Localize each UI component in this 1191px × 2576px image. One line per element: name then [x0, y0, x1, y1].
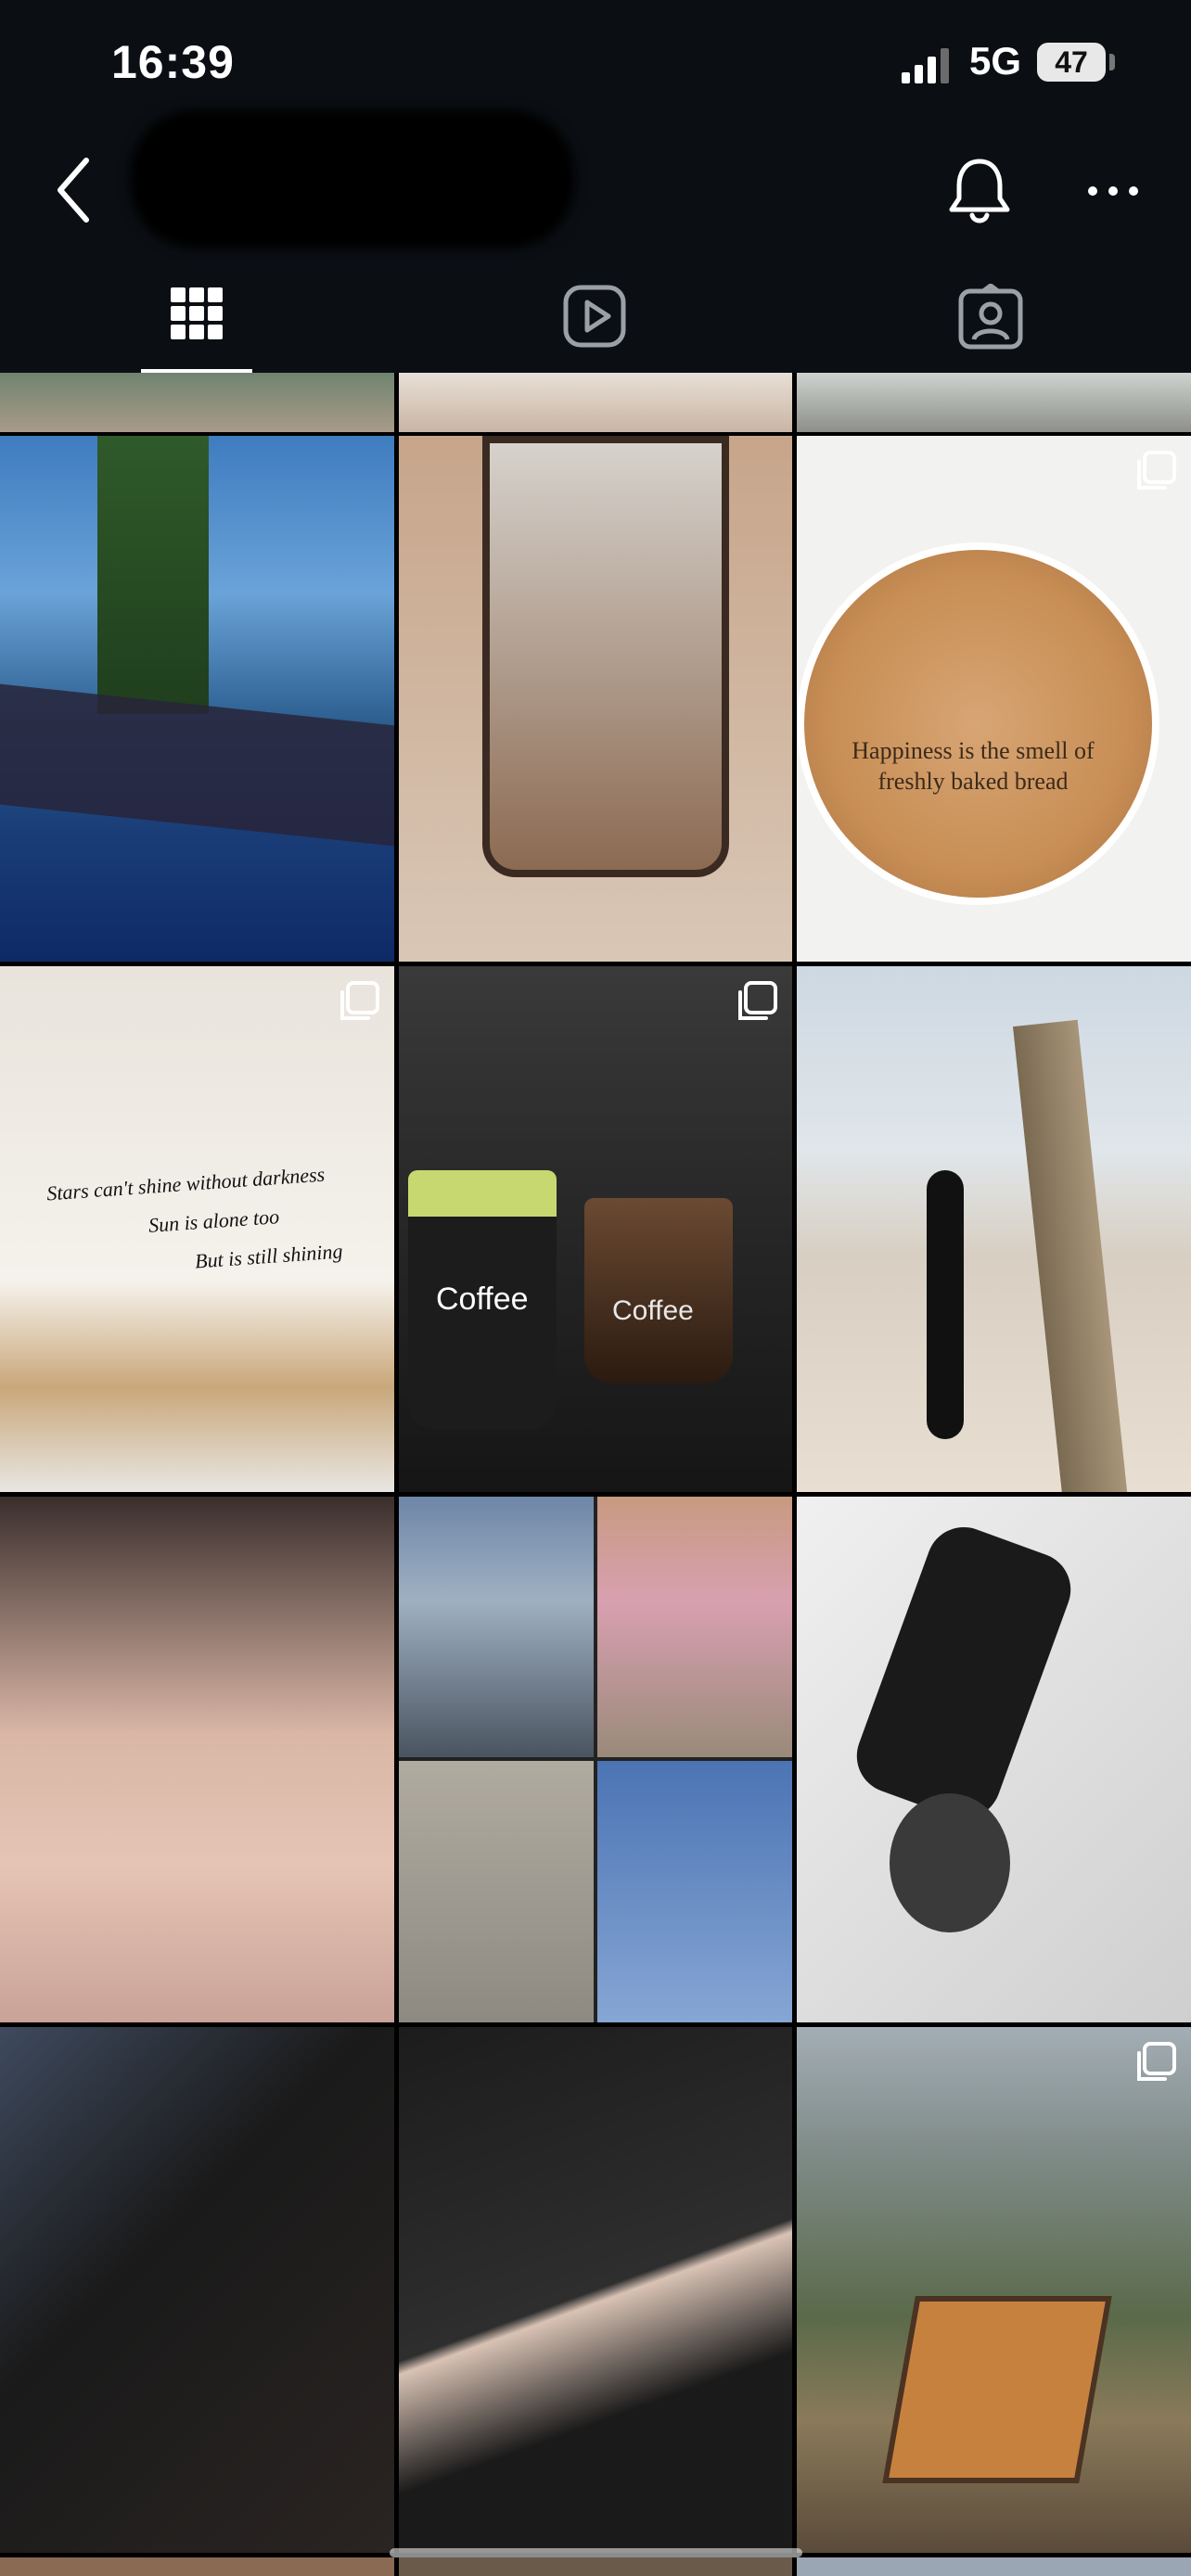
post-thumbnail[interactable]: Happiness is the smell of freshly baked …: [797, 436, 1191, 962]
battery-tip: [1109, 54, 1115, 70]
post-thumbnail[interactable]: [399, 373, 792, 432]
post-thumbnail[interactable]: [399, 2027, 792, 2553]
post-thumbnail[interactable]: [797, 1497, 1191, 2022]
post-thumbnail[interactable]: [399, 1497, 792, 2022]
wall-quote-line-1: Stars can't shine without darkness: [45, 1162, 326, 1205]
post-thumbnail[interactable]: [797, 966, 1191, 1492]
tab-grid[interactable]: [0, 269, 397, 373]
bread-caption-2: freshly baked bread: [877, 768, 1069, 795]
person-bw: [846, 1516, 1082, 1830]
post-thumbnail[interactable]: [0, 2027, 394, 2553]
tab-tagged[interactable]: [794, 269, 1191, 373]
tab-reels[interactable]: [397, 269, 794, 373]
coffee-cup: [584, 1198, 733, 1384]
profile-tabs: [0, 269, 1191, 374]
collage-beach: [399, 1497, 594, 1757]
post-grid: Happiness is the smell of freshly baked …: [0, 373, 1191, 2576]
network-label: 5G: [969, 39, 1022, 83]
carousel-icon: [1137, 2042, 1176, 2081]
chevron-left-icon[interactable]: [51, 153, 97, 227]
grid-icon: [171, 287, 223, 339]
post-thumbnail[interactable]: Coffee Coffee: [399, 966, 792, 1492]
more-horizontal-icon[interactable]: [1085, 182, 1141, 200]
person-bw: [890, 1793, 1010, 1932]
post-thumbnail[interactable]: [0, 436, 394, 962]
cup-label: Coffee: [436, 1282, 529, 1317]
post-thumbnail[interactable]: [797, 373, 1191, 432]
collage-sky: [597, 1761, 792, 2022]
post-thumbnail[interactable]: [797, 2557, 1191, 2576]
collage-kids: [597, 1497, 792, 1757]
person-tag-icon: [958, 284, 1023, 350]
palm-trunk: [1013, 1019, 1128, 1492]
play-icon: [563, 285, 626, 348]
home-indicator: [390, 2548, 802, 2557]
person: [927, 1170, 964, 1439]
battery-level: 47: [1055, 45, 1088, 79]
status-time: 16:39: [111, 36, 235, 88]
signal-icon: [902, 48, 949, 83]
post-thumbnail[interactable]: [399, 436, 792, 962]
redacted-username: [130, 109, 575, 249]
bread-caption: Happiness is the smell of: [852, 737, 1095, 764]
bell-icon[interactable]: [946, 156, 1013, 226]
camp-chair: [882, 2296, 1112, 2483]
wall-quote-line-2: Sun is alone too: [147, 1205, 280, 1237]
bread-circle: [797, 542, 1159, 905]
collage-crabs: [399, 1761, 594, 2022]
wall-quote-line-3: But is still shining: [194, 1239, 344, 1273]
cup-label: Coffee: [612, 1295, 694, 1326]
carousel-icon: [340, 981, 379, 1020]
battery-icon: 47: [1037, 43, 1106, 82]
mirror: [482, 436, 729, 877]
post-thumbnail[interactable]: [797, 2027, 1191, 2553]
carousel-icon: [1137, 451, 1176, 490]
post-thumbnail[interactable]: [0, 2557, 394, 2576]
post-thumbnail[interactable]: [399, 2557, 792, 2576]
post-thumbnail[interactable]: [0, 373, 394, 432]
post-thumbnail[interactable]: Stars can't shine without darkness Sun i…: [0, 966, 394, 1492]
post-thumbnail[interactable]: [0, 1497, 394, 2022]
lounger: [0, 683, 394, 847]
carousel-icon: [738, 981, 777, 1020]
plant-wall: [97, 436, 209, 714]
